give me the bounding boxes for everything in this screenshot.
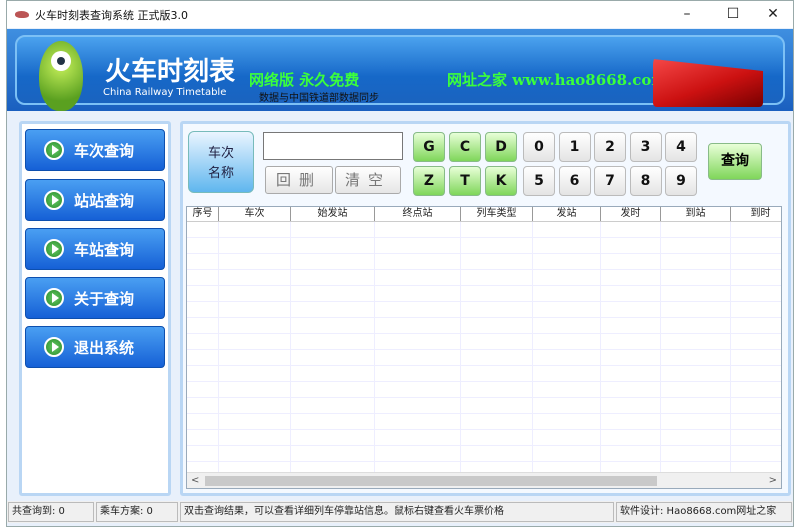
column-divider bbox=[218, 222, 219, 472]
column-divider bbox=[374, 222, 375, 472]
column-header[interactable]: 发时 bbox=[601, 207, 661, 221]
sidebar-item-label: 车站查询 bbox=[74, 240, 135, 259]
clear-button[interactable]: 清空 bbox=[335, 166, 401, 194]
train-image bbox=[653, 59, 763, 107]
key-c[interactable]: C bbox=[449, 132, 481, 162]
maximize-button[interactable]: ☐ bbox=[713, 1, 753, 28]
table-header: 序号 车次 始发站 终点站 列车类型 发站 发时 到站 到时 bbox=[187, 207, 781, 222]
column-header[interactable]: 发站 bbox=[533, 207, 601, 221]
key-5[interactable]: 5 bbox=[523, 166, 555, 196]
play-icon bbox=[44, 288, 64, 308]
mascot-logo bbox=[39, 41, 83, 111]
play-icon bbox=[44, 337, 64, 357]
backspace-button[interactable]: 回删 bbox=[265, 166, 333, 194]
scroll-left-icon[interactable]: < bbox=[191, 473, 199, 488]
status-hint: 双击查询结果，可以查看详细列车停靠站信息。鼠标右键查看火车票价格 bbox=[180, 502, 614, 522]
key-8[interactable]: 8 bbox=[629, 166, 662, 196]
scrollbar-thumb[interactable] bbox=[205, 476, 657, 486]
banner-slogan: 网络版 永久免费 bbox=[249, 71, 360, 89]
results-table[interactable]: 序号 车次 始发站 终点站 列车类型 发站 发时 到站 到时 < > bbox=[186, 206, 782, 489]
sidebar-item-train-query[interactable]: 车次查询 bbox=[25, 129, 165, 171]
sidebar-item-exit[interactable]: 退出系统 bbox=[25, 326, 165, 368]
column-divider bbox=[660, 222, 661, 472]
play-icon bbox=[44, 140, 64, 160]
banner-sync: 数据与中国铁道部数据同步 bbox=[259, 93, 379, 104]
horizontal-scrollbar[interactable]: < > bbox=[187, 472, 781, 488]
sidebar-item-station-query[interactable]: 车站查询 bbox=[25, 228, 165, 270]
column-divider bbox=[600, 222, 601, 472]
column-header[interactable]: 到时 bbox=[731, 207, 781, 221]
key-9[interactable]: 9 bbox=[665, 166, 697, 196]
main-panel: 车次 名称 回删 清空 GCDZTK0123456789 查询 序号 车次 始发站 终点… bbox=[180, 121, 791, 496]
key-z[interactable]: Z bbox=[413, 166, 445, 196]
sidebar: 车次查询 站站查询 车站查询 关于查询 退出系统 bbox=[19, 121, 171, 496]
key-g[interactable]: G bbox=[413, 132, 445, 162]
key-k[interactable]: K bbox=[485, 166, 517, 196]
mode-label: 车次 bbox=[207, 146, 234, 161]
column-divider bbox=[730, 222, 731, 472]
sidebar-item-label: 退出系统 bbox=[74, 338, 135, 357]
key-d[interactable]: D bbox=[485, 132, 517, 162]
minimize-button[interactable]: – bbox=[667, 1, 707, 28]
sidebar-item-label: 站站查询 bbox=[74, 191, 135, 210]
key-6[interactable]: 6 bbox=[558, 166, 591, 196]
status-bar: 共查询到: 0 乘车方案: 0 双击查询结果，可以查看详细列车停靠站信息。鼠标右… bbox=[7, 501, 793, 523]
key-7[interactable]: 7 bbox=[594, 166, 626, 196]
sidebar-item-label: 车次查询 bbox=[74, 141, 135, 160]
sidebar-item-label: 关于查询 bbox=[74, 289, 135, 308]
mode-label: 名称 bbox=[207, 166, 234, 181]
search-mode-button[interactable]: 车次 名称 bbox=[188, 131, 254, 193]
column-header[interactable]: 到站 bbox=[661, 207, 731, 221]
scroll-right-icon[interactable]: > bbox=[769, 473, 777, 488]
key-t[interactable]: T bbox=[449, 166, 481, 196]
status-credit: 软件设计: Hao8668.com网址之家 bbox=[616, 502, 792, 522]
window-title: 火车时刻表查询系统 正式版3.0 bbox=[35, 8, 188, 22]
column-header[interactable]: 始发站 bbox=[291, 207, 375, 221]
key-0[interactable]: 0 bbox=[523, 132, 555, 162]
status-plans: 乘车方案: 0 bbox=[96, 502, 178, 522]
sidebar-item-about[interactable]: 关于查询 bbox=[25, 277, 165, 319]
key-4[interactable]: 4 bbox=[665, 132, 697, 162]
banner-title: 火车时刻表 bbox=[105, 57, 236, 87]
column-header[interactable]: 序号 bbox=[187, 207, 219, 221]
title-bar: 火车时刻表查询系统 正式版3.0 – ☐ ✕ bbox=[7, 1, 793, 28]
app-icon bbox=[15, 11, 29, 18]
banner: 火车时刻表 China Railway Timetable 网络版 永久免费 网… bbox=[7, 29, 793, 111]
key-3[interactable]: 3 bbox=[629, 132, 662, 162]
column-divider bbox=[532, 222, 533, 472]
train-number-input[interactable] bbox=[263, 132, 403, 160]
table-body[interactable] bbox=[187, 222, 781, 472]
banner-site: 网址之家 www.hao8668.com bbox=[447, 71, 668, 89]
sidebar-item-station-to-station[interactable]: 站站查询 bbox=[25, 179, 165, 221]
column-divider bbox=[290, 222, 291, 472]
app-window: 火车时刻表查询系统 正式版3.0 – ☐ ✕ 火车时刻表 China Railw… bbox=[6, 0, 794, 527]
play-icon bbox=[44, 239, 64, 259]
banner-subtitle: China Railway Timetable bbox=[103, 87, 227, 98]
status-total: 共查询到: 0 bbox=[8, 502, 94, 522]
key-2[interactable]: 2 bbox=[594, 132, 626, 162]
column-divider bbox=[460, 222, 461, 472]
key-1[interactable]: 1 bbox=[558, 132, 591, 162]
column-header[interactable]: 车次 bbox=[219, 207, 291, 221]
column-header[interactable]: 列车类型 bbox=[461, 207, 533, 221]
play-icon bbox=[44, 190, 64, 210]
close-button[interactable]: ✕ bbox=[753, 1, 793, 28]
query-button[interactable]: 查询 bbox=[708, 143, 762, 180]
column-header[interactable]: 终点站 bbox=[375, 207, 461, 221]
